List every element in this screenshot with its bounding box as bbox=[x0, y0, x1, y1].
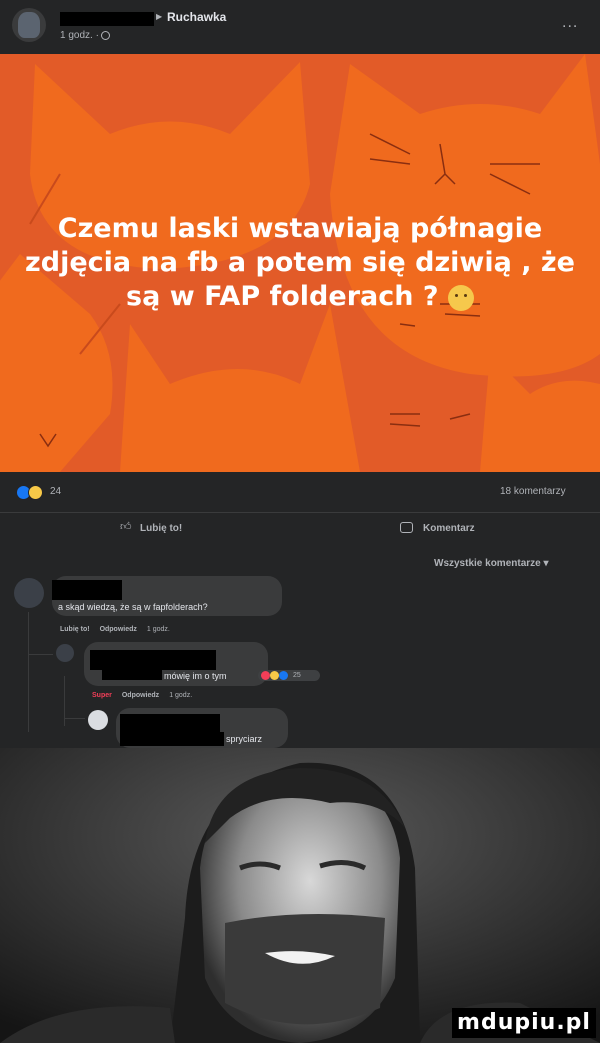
comment-actions: Lubię to! Odpowiedz 1 godz. bbox=[60, 626, 180, 633]
avatar[interactable] bbox=[14, 578, 44, 608]
redacted-commenter-name bbox=[120, 732, 224, 746]
comment-text: spryciarz bbox=[226, 734, 263, 744]
comment-button[interactable]: Komentarz bbox=[423, 523, 475, 534]
avatar[interactable] bbox=[88, 710, 108, 730]
comment-reply-button[interactable]: Odpowiedz bbox=[122, 692, 159, 699]
like-reaction-icon bbox=[279, 671, 288, 680]
post-text-background: Czemu laski wstawiają półnagie zdjęcia n… bbox=[0, 54, 600, 472]
redacted-commenter-name bbox=[102, 670, 162, 680]
comment-time: 1 godz. bbox=[146, 626, 170, 633]
comment-actions: Super Odpowiedz 1 godz. bbox=[92, 692, 202, 699]
group-name[interactable]: Ruchawka bbox=[167, 10, 226, 24]
reaction-photo bbox=[0, 748, 600, 1043]
comment-reply-button[interactable]: Odpowiedz bbox=[100, 626, 137, 633]
like-thumb-icon[interactable]: 👍︎ bbox=[120, 521, 132, 533]
watermark: mdupiu.pl bbox=[452, 1008, 596, 1038]
post-header: ▶ Ruchawka 1 godz. · ... bbox=[0, 0, 600, 54]
comment-sort-dropdown[interactable]: Wszystkie komentarze ▾ bbox=[434, 558, 549, 569]
haha-reaction-icon bbox=[28, 485, 43, 500]
redacted-commenter-name bbox=[52, 580, 122, 600]
post-actions-bar bbox=[0, 512, 600, 550]
group-avatar[interactable] bbox=[12, 8, 46, 42]
comment-bubble-icon[interactable] bbox=[400, 522, 413, 533]
comment-like-button[interactable]: Lubię to! bbox=[60, 626, 90, 633]
comment-reaction-count: 25 bbox=[292, 672, 301, 679]
more-options-icon[interactable]: ... bbox=[562, 14, 578, 32]
comment-count[interactable]: 18 komentarzy bbox=[500, 486, 566, 497]
redacted-commenter-name bbox=[90, 650, 216, 670]
thread-line bbox=[28, 612, 29, 732]
like-button[interactable]: Lubię to! bbox=[140, 523, 182, 534]
thinking-emoji-icon bbox=[447, 284, 474, 311]
comment-time: 1 godz. bbox=[169, 692, 193, 699]
comment-text: a skąd wiedzą, że są w fapfolderach? bbox=[58, 602, 208, 612]
post-text: Czemu laski wstawiają półnagie zdjęcia n… bbox=[25, 213, 575, 312]
thread-branch bbox=[28, 654, 53, 655]
globe-icon bbox=[100, 30, 110, 40]
haha-reaction-icon bbox=[270, 671, 279, 680]
man-portrait-image bbox=[0, 748, 600, 1043]
love-reaction-icon bbox=[261, 671, 270, 680]
arrow-right-icon: ▶ bbox=[156, 12, 163, 21]
post-time: 1 godz. · bbox=[60, 30, 110, 41]
redacted-author-name bbox=[60, 12, 154, 26]
comment-text: mówię im o tym bbox=[164, 671, 227, 681]
comment-reactions[interactable]: 25 bbox=[258, 670, 320, 681]
avatar[interactable] bbox=[56, 644, 74, 662]
comment-super-button[interactable]: Super bbox=[92, 692, 112, 699]
thread-branch-2 bbox=[64, 718, 85, 719]
redacted-commenter-name bbox=[120, 714, 220, 732]
reaction-count[interactable]: 24 bbox=[50, 486, 61, 497]
